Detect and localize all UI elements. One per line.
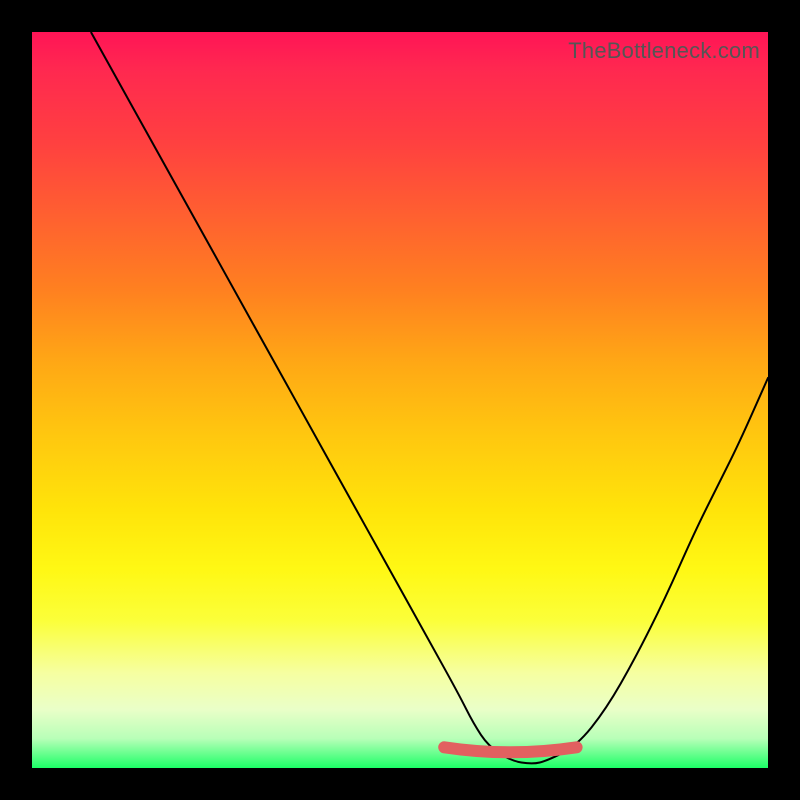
chart-svg [32,32,768,768]
chart-container: TheBottleneck.com [0,0,800,800]
optimal-zone-marker [444,747,576,752]
plot-area: TheBottleneck.com [32,32,768,768]
bottleneck-curve [91,32,768,763]
